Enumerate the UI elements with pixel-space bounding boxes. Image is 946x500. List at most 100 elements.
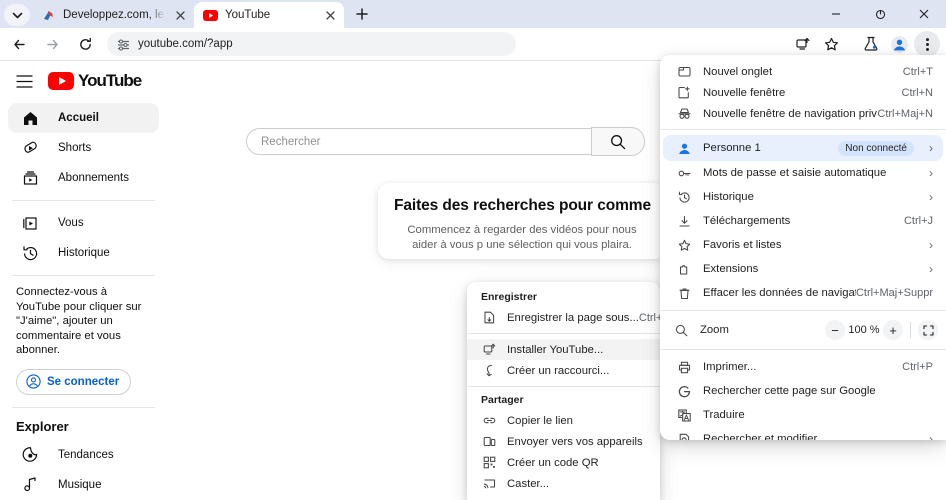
sidebar-item-musique[interactable]: Musique <box>8 470 159 500</box>
sidebar-item-tendances[interactable]: Tendances <box>8 440 159 470</box>
sidebar-label: Abonnements <box>58 172 129 184</box>
menu-label: Favoris et listes <box>703 239 782 251</box>
explore-title: Explorer <box>16 418 69 434</box>
window-controls <box>814 0 946 28</box>
address-bar[interactable]: youtube.com/?app <box>107 32 517 56</box>
qr-code-icon <box>481 456 497 469</box>
labs-flask-icon[interactable] <box>858 31 884 57</box>
menu-item-print[interactable]: Imprimer... Ctrl+P <box>663 355 943 379</box>
menu-item-new-window[interactable]: Nouvelle fenêtre Ctrl+N <box>663 82 943 103</box>
submenu-item-send-to-devices[interactable]: Envoyer vers vos appareils <box>467 431 660 452</box>
menu-item-new-tab[interactable]: Nouvel onglet Ctrl+T <box>663 61 943 82</box>
sidebar-label: Accueil <box>58 112 99 124</box>
close-icon[interactable] <box>322 7 338 23</box>
menu-item-profile[interactable]: Personne 1 Non connecté › <box>663 135 943 161</box>
menu-item-new-incognito-window[interactable]: Nouvelle fenêtre de navigation privée Ct… <box>663 103 943 124</box>
search-placeholder: Rechercher <box>261 135 321 148</box>
sidebar-item-shorts[interactable]: Shorts <box>8 133 159 163</box>
search-button[interactable] <box>591 127 645 156</box>
fullscreen-button[interactable] <box>918 320 938 340</box>
google-g-icon <box>675 385 693 398</box>
menu-accel: Ctrl+Maj+Suppr <box>855 287 933 299</box>
menu-item-find-and-edit[interactable]: Rechercher et modifier › <box>663 427 943 440</box>
close-icon[interactable] <box>172 7 188 23</box>
menu-item-history[interactable]: Historique › <box>663 185 943 209</box>
close-button[interactable] <box>902 0 946 28</box>
menu-item-translate[interactable]: Traduire <box>663 403 943 427</box>
chevron-right-icon: › <box>929 166 933 180</box>
youtube-search-area: Rechercher <box>246 127 645 156</box>
signin-label: Se connecter <box>47 375 120 388</box>
back-button[interactable] <box>5 30 33 58</box>
shortcut-icon <box>481 364 497 377</box>
submenu-item-copy-link[interactable]: Copier le lien <box>467 410 660 431</box>
tab-search-button[interactable] <box>4 4 30 26</box>
chrome-menu-button[interactable] <box>914 31 940 57</box>
translate-icon <box>675 408 693 422</box>
sidebar-item-vous[interactable]: Vous <box>8 208 159 238</box>
forward-button[interactable] <box>38 30 66 58</box>
menu-label: Extensions <box>703 263 759 275</box>
tab-youtube[interactable]: YouTube <box>194 2 344 28</box>
menu-accel: Ctrl+T <box>902 65 933 78</box>
submenu-label: Envoyer vers vos appareils <box>507 435 643 448</box>
profile-avatar[interactable] <box>886 31 912 57</box>
menu-item-search-page-google[interactable]: Rechercher cette page sur Google <box>663 379 943 403</box>
menu-label: Rechercher cette page sur Google <box>703 385 876 397</box>
chevron-right-icon: › <box>929 432 933 440</box>
submenu-label: Créer un code QR <box>507 456 599 469</box>
menu-accel: Ctrl+P <box>902 361 933 373</box>
sidebar-item-accueil[interactable]: Accueil <box>8 103 159 133</box>
find-edit-icon <box>675 433 693 440</box>
subscriptions-icon <box>20 168 40 188</box>
new-tab-button[interactable] <box>350 2 374 26</box>
restore-button[interactable] <box>858 0 902 28</box>
menu-label: Effacer les données de navigation... <box>703 287 856 299</box>
menu-item-clear-browsing-data[interactable]: Effacer les données de navigation... Ctr… <box>663 281 943 305</box>
zoom-label: Zoom <box>700 324 729 336</box>
trash-icon <box>675 287 693 300</box>
site-settings-icon[interactable] <box>117 38 130 51</box>
signin-button[interactable]: Se connecter <box>16 368 132 395</box>
youtube-logo[interactable]: YouTube <box>48 71 142 91</box>
chevron-right-icon: › <box>929 141 933 155</box>
menu-label: Téléchargements <box>703 215 791 227</box>
submenu-label: Enregistrer la page sous... <box>507 311 639 324</box>
save-and-share-submenu: Enregistrer Enregistrer la page sous... … <box>467 282 660 500</box>
menu-item-extensions[interactable]: Extensions › <box>663 257 943 281</box>
menu-accel: Ctrl+J <box>903 215 933 227</box>
bookmark-star-icon[interactable] <box>818 31 844 57</box>
save-page-icon <box>481 311 497 324</box>
menu-item-passwords-autofill[interactable]: Mots de passe et saisie automatique › <box>663 161 943 185</box>
submenu-item-cast[interactable]: Caster... <box>467 473 660 494</box>
submenu-item-save-page-as[interactable]: Enregistrer la page sous... Ctrl+S <box>467 307 660 328</box>
sidebar-label: Shorts <box>58 142 92 154</box>
submenu-item-install-app[interactable]: Installer YouTube... <box>467 339 660 360</box>
reload-button[interactable] <box>71 30 99 58</box>
search-input[interactable]: Rechercher <box>246 128 591 155</box>
zoom-out-button[interactable]: − <box>825 320 845 340</box>
chrome-main-menu: Nouvel onglet Ctrl+T Nouvelle fenêtre Ct… <box>660 55 946 440</box>
menu-item-bookmarks-lists[interactable]: Favoris et listes › <box>663 233 943 257</box>
trending-icon <box>20 445 40 465</box>
zoom-in-button[interactable]: + <box>883 320 903 340</box>
submenu-label: Créer un raccourci... <box>507 364 610 377</box>
submenu-item-create-shortcut[interactable]: Créer un raccourci... <box>467 360 660 381</box>
submenu-item-create-qr-code[interactable]: Créer un code QR <box>467 452 660 473</box>
menu-label: Historique <box>703 191 754 203</box>
minimize-button[interactable] <box>814 0 858 28</box>
sidebar-item-abonnements[interactable]: Abonnements <box>8 163 159 193</box>
print-icon <box>675 361 693 374</box>
youtube-wordmark: YouTube <box>78 71 142 90</box>
person-icon <box>675 141 693 156</box>
sidebar-divider-2 <box>12 275 155 276</box>
submenu-divider-1 <box>467 333 660 334</box>
hamburger-menu-icon[interactable] <box>8 65 40 97</box>
tab-developpez[interactable]: Developpez.com, le club des dé <box>32 2 194 28</box>
install-app-icon[interactable] <box>790 31 816 57</box>
menu-item-downloads[interactable]: Téléchargements Ctrl+J <box>663 209 943 233</box>
key-icon <box>675 167 693 180</box>
sidebar-divider-1 <box>12 200 155 201</box>
sidebar-item-historique[interactable]: Historique <box>8 238 159 268</box>
account-circle-icon <box>26 374 41 389</box>
